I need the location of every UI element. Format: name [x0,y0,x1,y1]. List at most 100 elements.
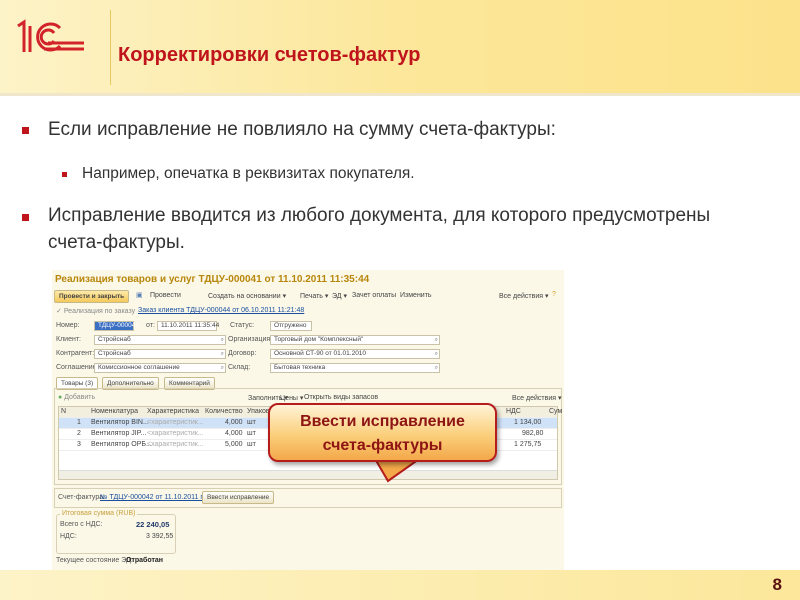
bullet-1: Если исправление не повлияло на сумму сч… [48,119,556,140]
vat-value: 3 392,55 [146,533,174,540]
post-close-button[interactable]: Провести и закрыть [54,290,130,303]
contract-value: Основной СТ-90 от 01.01.2010 [274,350,367,357]
ed-state-value: Отработан [126,557,164,564]
open-kinds-button[interactable]: Открыть виды запасов [304,394,378,401]
col-vat[interactable]: НДС [506,408,521,415]
cell-vat: 1 134,00 [514,419,542,426]
cell-unit: шт [247,430,256,437]
save-icon[interactable]: ▣ [136,291,143,299]
number-field[interactable]: ТДЦУ-000041 [94,321,139,331]
order-label: Реализация по заказу [63,308,136,315]
invoice-link[interactable]: № ТДЦУ-000042 от 11.10.2011 г. [100,494,204,501]
warehouse-label: Склад: [228,364,251,371]
client-field[interactable]: Стройснаб ⌕ [94,335,226,345]
prices-button[interactable]: Цены ▾ [280,394,303,402]
all-actions-button[interactable]: Все действия ▾ [499,292,548,300]
cell-item: Вентилятор BIN... [91,419,149,426]
agreement-field[interactable]: Комиссионное соглашение ⌕ [94,363,226,373]
contractor-field[interactable]: Стройснаб ⌕ [94,349,226,359]
cell-vat: 982,80 [522,430,544,437]
header-divider [110,10,111,85]
horizontal-scrollbar[interactable] [59,470,557,479]
search-icon[interactable]: ⌕ [221,364,224,372]
callout-enter-correction: Ввести исправление счета-фактуры [268,403,497,462]
agreement-label: Соглашение: [56,364,99,371]
slide-footer: 8 [0,570,800,600]
status-field[interactable]: Отгружено [270,321,312,331]
number-label: Номер: [56,322,80,329]
col-item[interactable]: Номенклатура [91,408,138,415]
enter-correction-button[interactable]: Ввести исправление [202,491,275,504]
help-icon[interactable]: ? [552,291,556,298]
cell-n: 2 [77,430,81,437]
order-checkbox[interactable]: ✓ Реализация по заказу [56,307,135,315]
sub-bullet-1: Например, опечатка в реквизитах покупате… [82,165,415,182]
order-link[interactable]: Заказ клиента ТДЦУ-000044 от 06.10.2011 … [138,307,304,314]
bullet-marker [22,127,29,134]
client-value: Стройснаб [98,336,131,343]
create-based-button[interactable]: Создать на основании ▾ [208,292,286,300]
status-label: Статус: [230,322,255,329]
contractor-label: Контрагент: [56,350,95,357]
post-button[interactable]: Провести [150,292,181,299]
org-value: Торговый дом "Комплексный" [274,336,364,343]
date-label: от: [146,322,155,329]
col-unit[interactable]: Упаков [247,408,270,415]
add-label: Добавить [64,394,96,401]
cell-unit: шт [247,419,256,426]
search-icon[interactable]: ⌕ [435,336,438,344]
page-number: 8 [772,575,782,594]
1c-logo [17,19,84,52]
cell-char: <характеристик... [147,419,204,426]
invoice-label: Счет-фактура: [58,494,106,501]
cell-vat: 1 275,75 [514,441,542,448]
document-title: Реализация товаров и услуг ТДЦУ-000041 о… [55,274,370,285]
cell-unit: шт [247,441,256,448]
contractor-value: Стройснаб [98,350,131,357]
sub-bullet-marker [62,172,67,177]
slide-title: Корректировки счетов-фактур [118,44,421,66]
col-sum[interactable]: Сум [549,408,562,415]
search-icon[interactable]: ⌕ [435,350,438,358]
edit-button[interactable]: Изменить [400,292,432,299]
callout-line-2: счета-фактуры [322,437,443,454]
cell-qty: 5,000 [225,441,243,448]
print-button[interactable]: Печать ▾ [300,292,328,300]
col-qty[interactable]: Количество [205,408,243,415]
contract-label: Договор: [228,350,257,357]
ed-button[interactable]: ЭД ▾ [332,292,347,300]
org-label: Организация: [228,336,273,343]
cell-n: 1 [77,419,81,426]
table-all-actions-button[interactable]: Все действия ▾ [512,394,561,402]
cell-char: <характеристик... [147,430,204,437]
offset-button[interactable]: Зачет оплаты [352,292,396,299]
totals-legend: Итоговая сумма (RUB) [60,510,138,517]
cell-n: 3 [77,441,81,448]
search-icon[interactable]: ⌕ [221,350,224,358]
cell-qty: 4,000 [225,419,243,426]
warehouse-value: Бытовая техника [274,364,326,371]
col-char[interactable]: Характеристика [147,408,199,415]
cell-char: <характеристик... [147,441,204,448]
client-label: Клиент: [56,336,81,343]
total-value: 22 240,05 [136,520,170,529]
date-field[interactable]: 11.10.2011 11:35:44 [157,321,219,331]
bullet-marker [22,214,29,221]
cell-item: Вентилятор ОРБ... [91,441,152,448]
add-icon: ● [58,394,63,401]
contract-field[interactable]: Основной СТ-90 от 01.01.2010 ⌕ [270,349,440,359]
add-row-button[interactable]: ● Добавить [58,394,95,401]
cell-qty: 4,000 [225,430,243,437]
col-n[interactable]: N [61,408,66,415]
callout-line-1: Ввести исправление [300,413,465,430]
org-field[interactable]: Торговый дом "Комплексный" ⌕ [270,335,440,345]
search-icon[interactable]: ⌕ [221,336,224,344]
warehouse-field[interactable]: Бытовая техника ⌕ [270,363,440,373]
total-label: Всего с НДС: [60,521,103,528]
bullet-2: Исправление вводится из любого документа… [48,205,711,253]
agreement-value: Комиссионное соглашение [98,364,180,371]
vat-label: НДС: [60,533,77,540]
search-icon[interactable]: ⌕ [435,364,438,372]
ed-state-label: Текущее состояние ЭД: [56,557,133,564]
cell-item: Вентилятор JIP... [91,430,147,437]
